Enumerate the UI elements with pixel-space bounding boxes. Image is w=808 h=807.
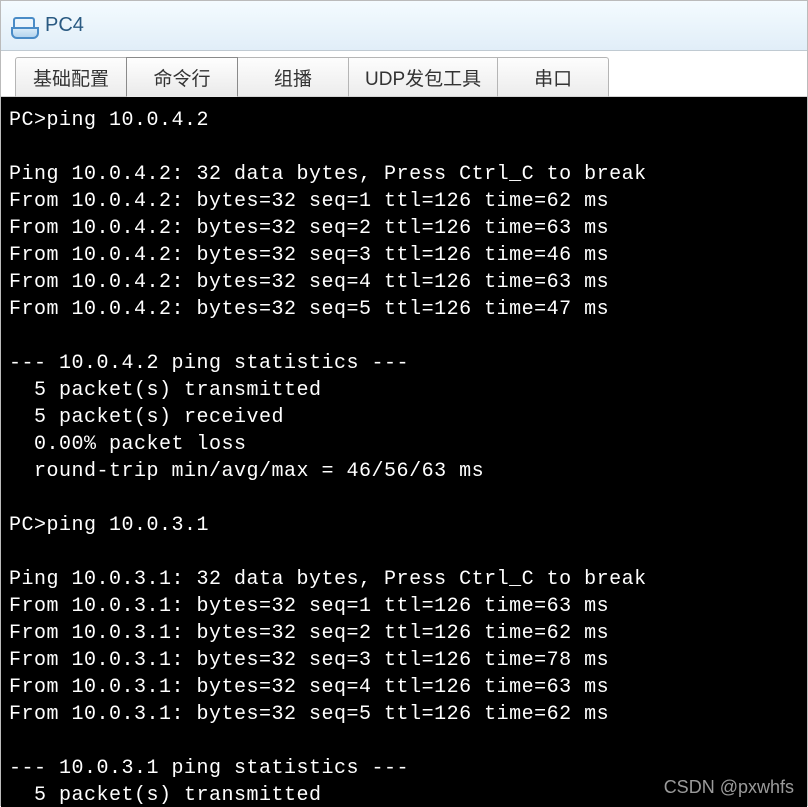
tab-bar: 基础配置 命令行 组播 UDP发包工具 串口 bbox=[1, 51, 807, 97]
tab-basic-label: 基础配置 bbox=[33, 64, 109, 91]
tab-serial-label: 串口 bbox=[534, 64, 572, 91]
pc-icon bbox=[11, 13, 37, 39]
tab-multicast[interactable]: 组播 bbox=[237, 57, 349, 97]
tab-udp-label: UDP发包工具 bbox=[365, 64, 481, 91]
terminal-output[interactable]: PC>ping 10.0.4.2 Ping 10.0.4.2: 32 data … bbox=[1, 97, 807, 807]
titlebar[interactable]: PC4 bbox=[1, 1, 807, 51]
tab-udp-tool[interactable]: UDP发包工具 bbox=[348, 57, 498, 97]
tab-basic-config[interactable]: 基础配置 bbox=[15, 57, 127, 97]
window-title: PC4 bbox=[45, 14, 84, 37]
tab-cli-label: 命令行 bbox=[153, 64, 210, 91]
tab-mcast-label: 组播 bbox=[274, 64, 312, 91]
tab-serial[interactable]: 串口 bbox=[497, 57, 609, 97]
tab-command-line[interactable]: 命令行 bbox=[126, 57, 238, 97]
app-window: PC4 基础配置 命令行 组播 UDP发包工具 串口 PC>ping 10.0.… bbox=[0, 0, 808, 806]
